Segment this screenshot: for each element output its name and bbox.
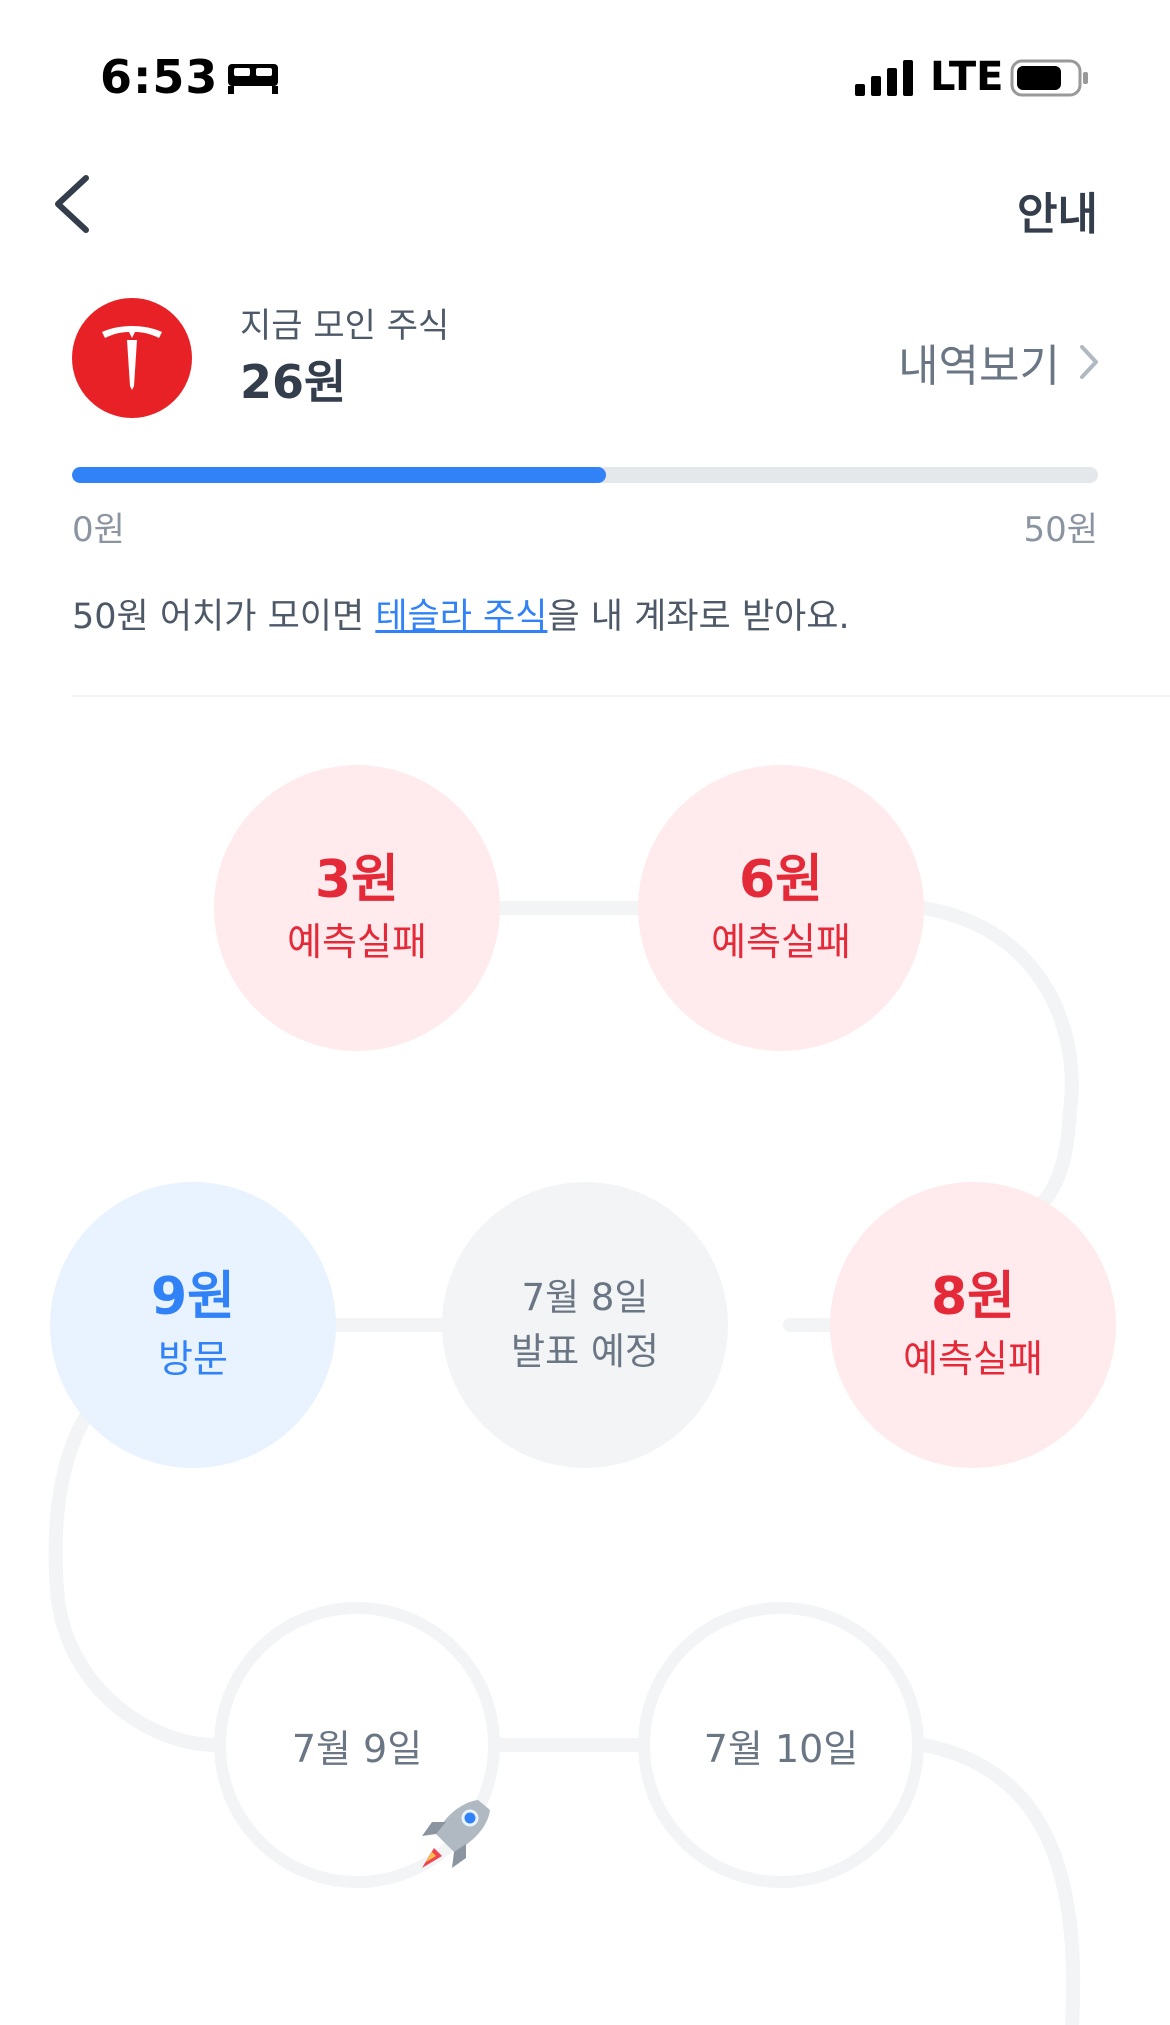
future-node-jul10[interactable]: 7월 10일 [638, 1602, 924, 1888]
node-amount: 9원 [150, 1267, 236, 1328]
node-amount: 8원 [930, 1267, 1016, 1328]
node-date: 7월 10일 [703, 1726, 859, 1771]
node-date: 7월 9일 [291, 1726, 423, 1771]
node-amount: 3원 [314, 850, 400, 911]
node-date: 7월 8일 [521, 1276, 649, 1320]
node-status: 발표 예정 [511, 1330, 659, 1373]
prediction-node-6[interactable]: 6원 예측실패 [638, 765, 924, 1051]
rocket-icon [422, 1800, 490, 1868]
prediction-node-jul8[interactable]: 7월 8일 발표 예정 [442, 1182, 728, 1468]
track-path [48, 901, 1081, 2025]
prediction-node-8[interactable]: 8원 예측실패 [830, 1182, 1116, 1468]
node-status: 방문 [158, 1336, 228, 1381]
node-status: 예측실패 [287, 919, 427, 964]
visit-node-9[interactable]: 9원 방문 [50, 1182, 336, 1468]
node-status: 예측실패 [711, 919, 851, 964]
node-amount: 6원 [738, 850, 824, 911]
prediction-node-3[interactable]: 3원 예측실패 [214, 765, 500, 1051]
node-status: 예측실패 [903, 1336, 1043, 1381]
